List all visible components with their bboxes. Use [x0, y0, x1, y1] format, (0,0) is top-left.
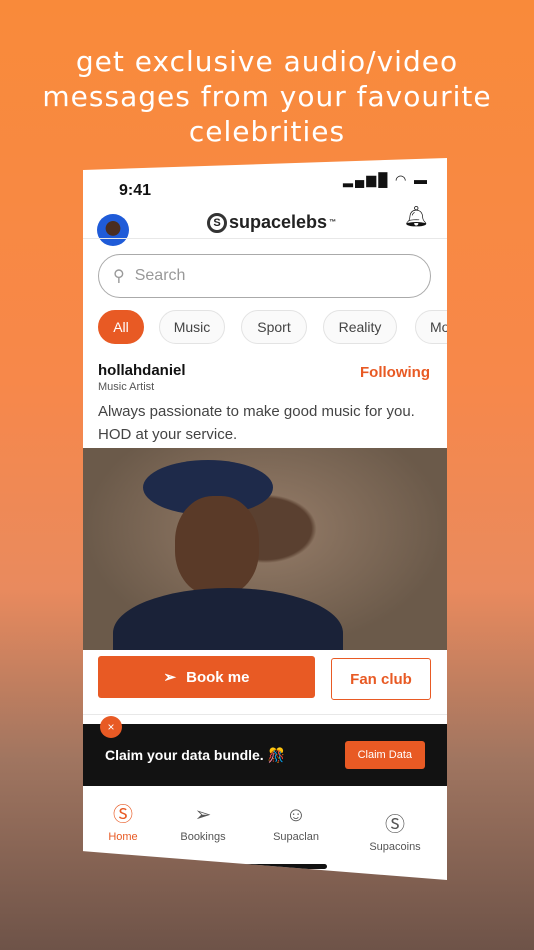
- logo-tm: ™: [329, 219, 337, 226]
- nav-label: Supacoins: [369, 841, 421, 853]
- avatar[interactable]: [97, 214, 129, 246]
- status-icons: ▂▄▆█ ◠ ▬: [343, 172, 429, 188]
- category-music[interactable]: Music: [159, 310, 225, 344]
- logo-text: supacelebs: [229, 212, 328, 232]
- celebrity-bio: Always passionate to make good music for…: [98, 403, 415, 443]
- celebrity-name[interactable]: hollahdaniel: [98, 362, 186, 379]
- promo-banner: Claim your data bundle. 🎊 Claim Data: [83, 724, 447, 786]
- headline: get exclusive audio/video messages from …: [42, 45, 492, 148]
- following-button[interactable]: Following: [360, 364, 430, 381]
- nav-supaclan[interactable]: ☺ Supaclan: [256, 804, 336, 843]
- book-label: Book me: [186, 668, 250, 686]
- wifi-icon: ◠: [395, 172, 409, 187]
- send-icon: ➢: [194, 804, 212, 826]
- home-indicator: [197, 864, 327, 869]
- book-me-button[interactable]: ➢ Book me: [98, 656, 315, 698]
- phone-screen: 9:41 ▂▄▆█ ◠ ▬ Ssupacelebs ™ 🔔︎ ⚲ Search Al…: [83, 158, 447, 880]
- logo-icon: S: [207, 212, 227, 233]
- home-logo-icon: Ⓢ: [113, 804, 133, 826]
- send-icon: ➢: [163, 669, 177, 686]
- category-reality[interactable]: Reality: [323, 310, 397, 344]
- coin-icon: Ⓢ: [385, 814, 405, 836]
- search-icon: ⚲: [113, 268, 125, 285]
- nav-label: Supaclan: [273, 831, 319, 843]
- phone-reflection: [83, 880, 447, 950]
- group-icon: ☺: [285, 804, 307, 826]
- nav-bookings[interactable]: ➢ Bookings: [163, 802, 243, 843]
- app-logo: Ssupacelebs ™: [207, 212, 336, 233]
- search-input[interactable]: ⚲ Search: [98, 254, 431, 298]
- divider: [83, 238, 447, 239]
- celebrity-photo[interactable]: [83, 448, 447, 650]
- claim-data-button[interactable]: Claim Data: [344, 741, 425, 769]
- search-placeholder: Search: [134, 267, 186, 284]
- banner-text: Claim your data bundle. 🎊: [105, 746, 286, 763]
- nav-label: Home: [108, 831, 138, 843]
- signal-icon: ▂▄▆█: [342, 172, 390, 187]
- close-banner-icon[interactable]: ×: [100, 716, 122, 738]
- celebrity-role: Music Artist: [98, 381, 155, 393]
- status-time: 9:41: [119, 182, 152, 199]
- nav-home[interactable]: Ⓢ Home: [83, 798, 163, 843]
- bell-icon[interactable]: 🔔︎: [404, 204, 429, 229]
- nav-label: Bookings: [180, 831, 226, 843]
- category-all[interactable]: All: [98, 310, 144, 344]
- fan-club-button[interactable]: Fan club: [331, 658, 431, 700]
- category-more[interactable]: Mo: [415, 310, 447, 344]
- battery-icon: ▬: [414, 172, 429, 187]
- nav-supacoins[interactable]: Ⓢ Supacoins: [355, 808, 435, 853]
- category-sport[interactable]: Sport: [241, 310, 307, 344]
- divider: [83, 714, 447, 715]
